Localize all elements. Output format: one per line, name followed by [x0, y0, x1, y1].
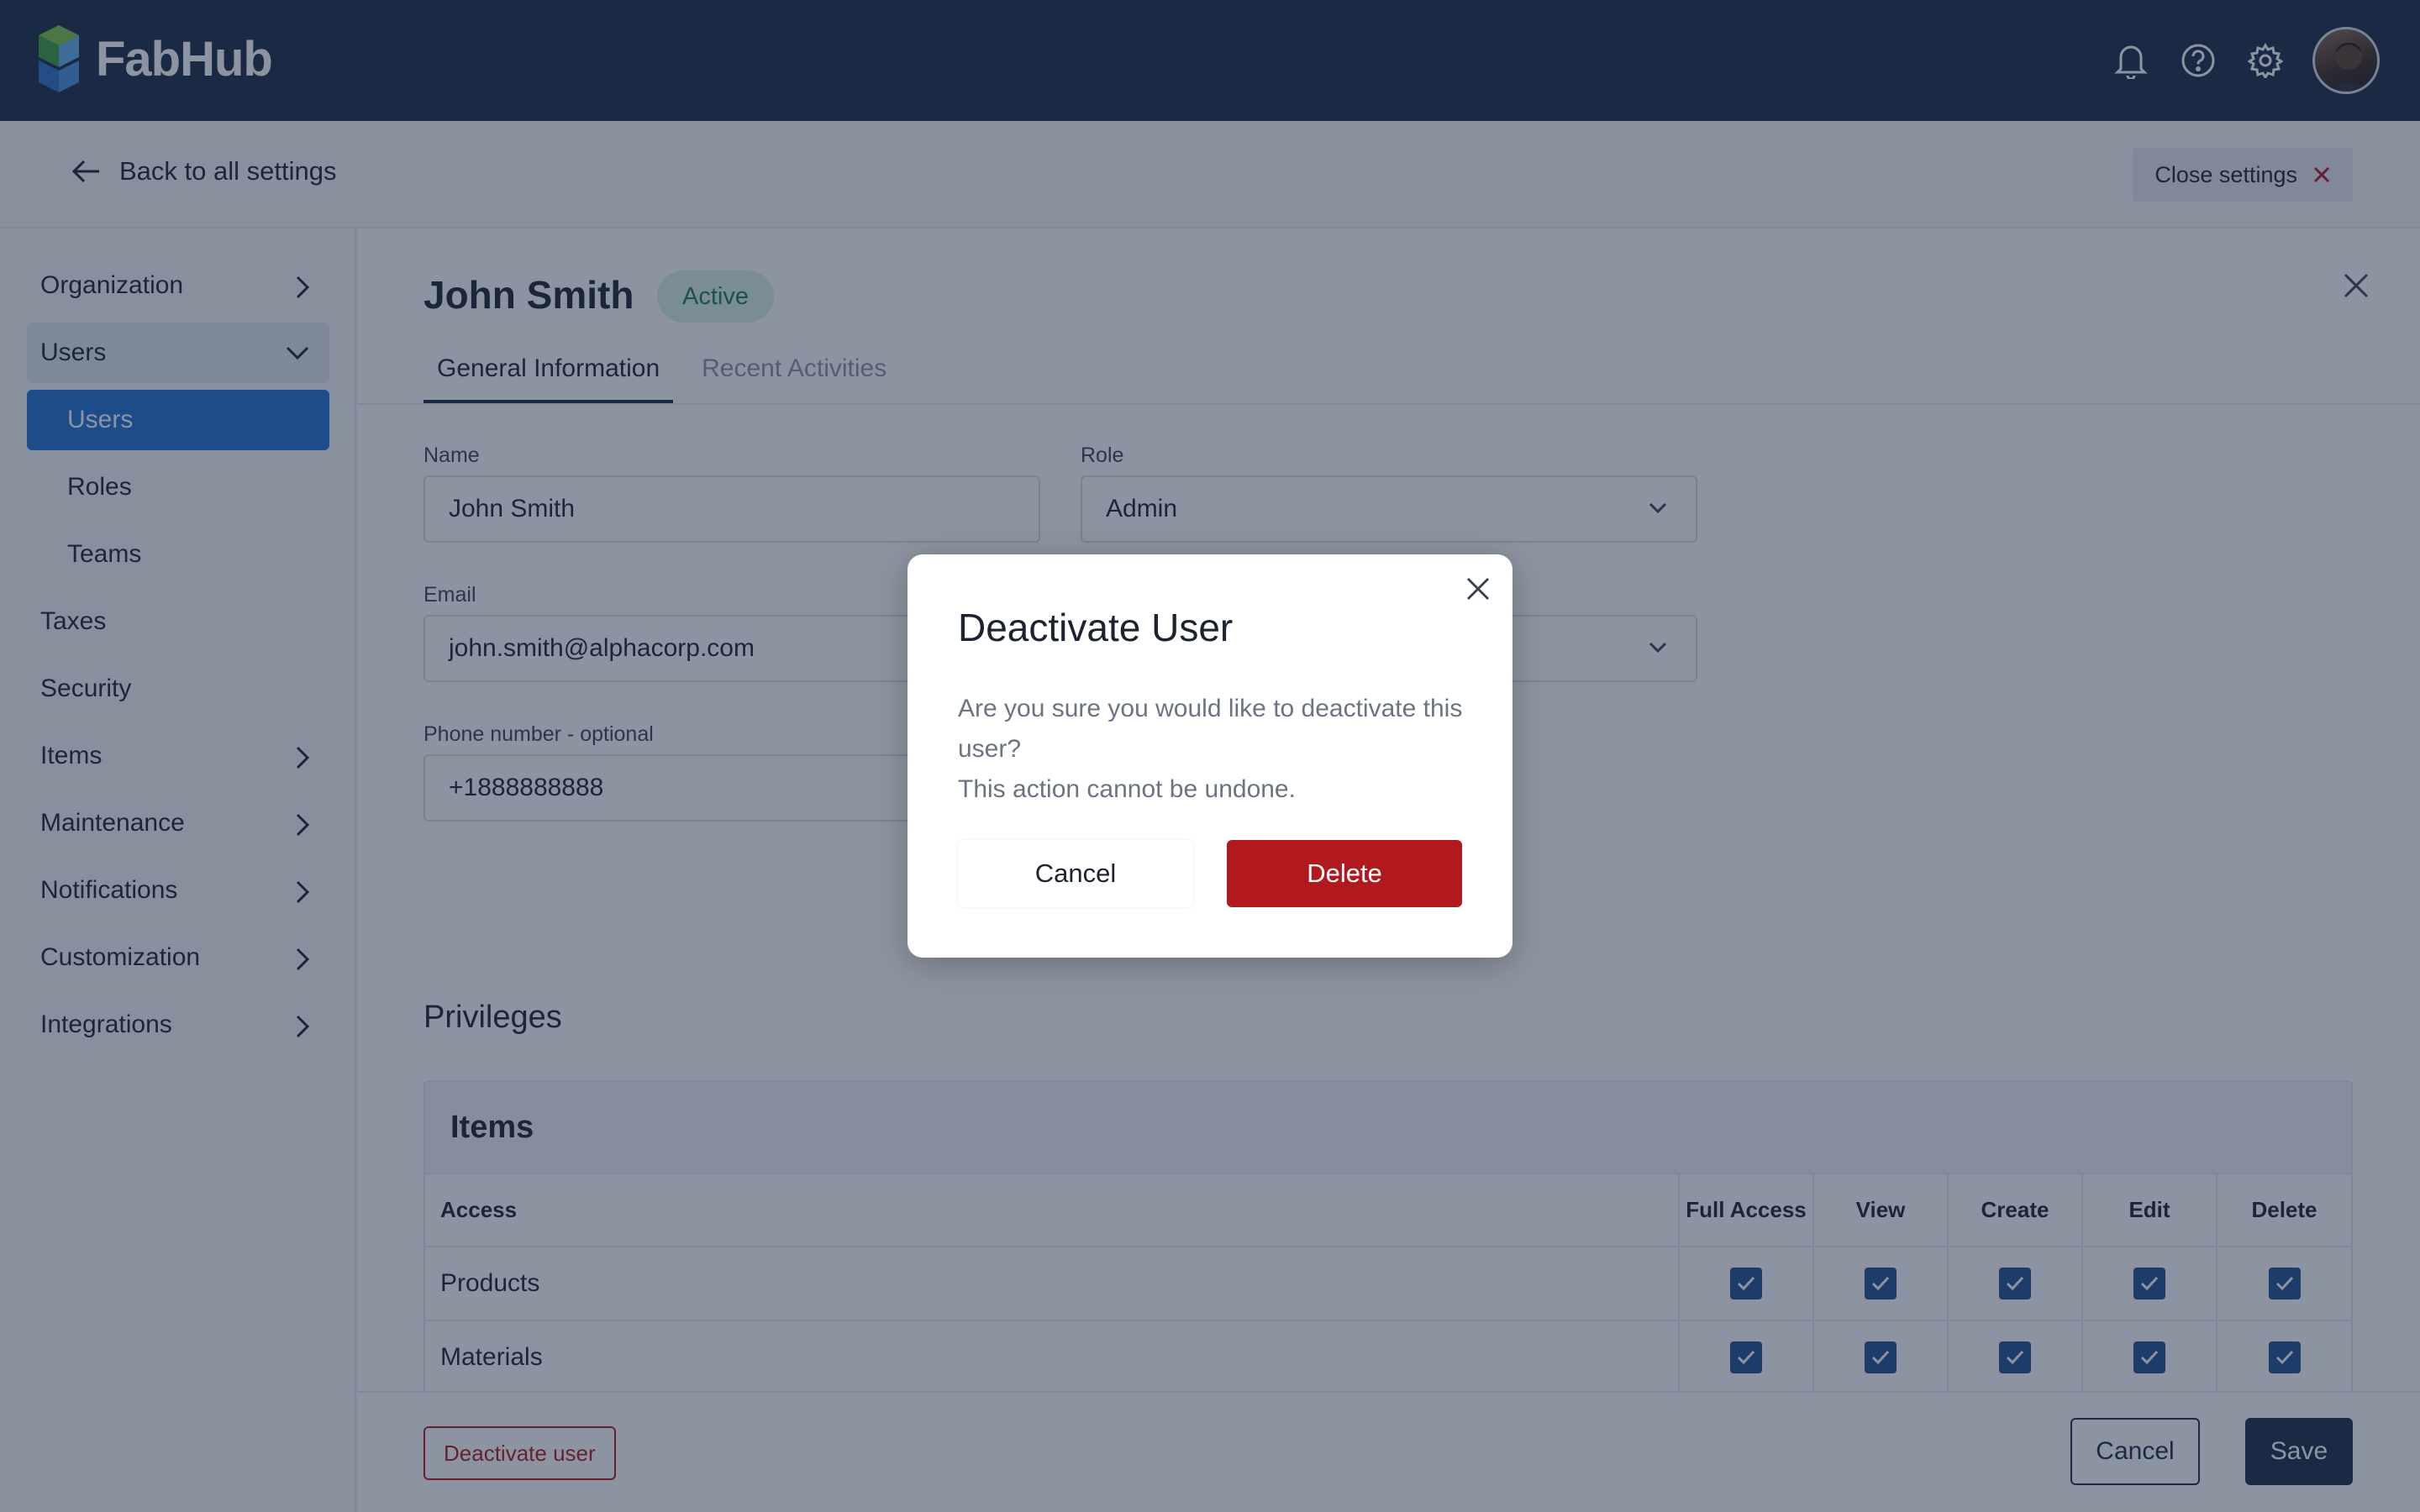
dialog-cancel-button[interactable]: Cancel — [958, 840, 1193, 907]
dialog-title: Deactivate User — [958, 606, 1234, 649]
deactivate-user-dialog: Deactivate User Are you sure you would l… — [908, 554, 1512, 958]
dialog-delete-button[interactable]: Delete — [1227, 840, 1462, 907]
dialog-message-line: Are you sure you would like to deactivat… — [958, 695, 1463, 763]
dialog-message-line: This action cannot be undone. — [958, 775, 1296, 803]
close-icon[interactable] — [1465, 576, 1491, 601]
dialog-message: Are you sure you would like to deactivat… — [958, 689, 1470, 810]
